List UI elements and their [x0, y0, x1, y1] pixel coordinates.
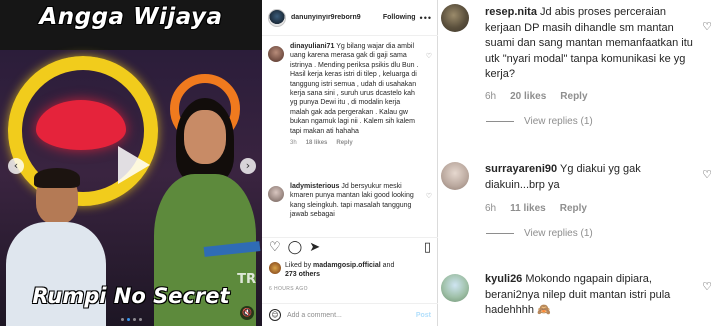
- comment-avatar[interactable]: [441, 274, 469, 302]
- comment-icon[interactable]: ◯: [288, 241, 303, 254]
- comment-username[interactable]: kyuli26: [485, 273, 522, 285]
- emoji-icon[interactable]: ☺: [269, 309, 281, 321]
- post-author-username[interactable]: danunyinyir9reborn9: [291, 14, 379, 21]
- liked-by: Liked by madamgosip.official and 273 oth…: [269, 261, 435, 279]
- comment-item: dinayuliani71 Yg bilang wajar dia ambil …: [268, 42, 432, 146]
- comment-username[interactable]: dinayuliani71: [290, 43, 334, 50]
- heart-icon[interactable]: ♡: [269, 241, 281, 254]
- comment-text: resep.nita Jd abis proses perceraian ker…: [485, 0, 697, 83]
- liked-by-and: and: [380, 262, 395, 269]
- comment-text: dinayuliani71 Yg bilang wajar dia ambil …: [290, 42, 420, 136]
- video-bottom-title: Rumpi No Secret: [32, 284, 230, 308]
- comment-content: Yg bilang wajar dia ambil uang karena me…: [290, 43, 419, 135]
- view-replies-label[interactable]: View replies (1): [524, 116, 593, 127]
- comment-reply-button[interactable]: Reply: [560, 91, 587, 102]
- liked-by-user[interactable]: madamgosip.official: [313, 262, 381, 269]
- share-icon[interactable]: ➤: [309, 241, 320, 254]
- comment-time: 3h: [290, 140, 297, 147]
- heart-icon[interactable]: ♡: [702, 20, 712, 33]
- carousel-dot: [139, 318, 142, 321]
- video-top-title: Angga Wijaya: [39, 4, 223, 30]
- comment-username[interactable]: resep.nita: [485, 6, 537, 18]
- comment-reply-button[interactable]: Reply: [336, 140, 352, 146]
- post-comment-button[interactable]: Post: [416, 312, 431, 319]
- comment-time: 6h: [485, 203, 497, 215]
- post-header: danunyinyir9reborn9 Following •••: [262, 0, 438, 36]
- view-replies-label[interactable]: View replies (1): [524, 228, 593, 239]
- view-replies-line: [486, 233, 514, 235]
- following-button[interactable]: Following: [383, 14, 416, 21]
- liked-by-avatar[interactable]: [269, 262, 281, 274]
- more-icon[interactable]: •••: [420, 13, 432, 23]
- view-replies-button[interactable]: View replies (1): [486, 116, 720, 127]
- zoom-comment-item: resep.nita Jd abis proses perceraian ker…: [438, 0, 720, 127]
- add-comment-input[interactable]: Add a comment...: [287, 312, 342, 319]
- zoomed-comments: resep.nita Jd abis proses perceraian ker…: [438, 0, 720, 326]
- mute-icon[interactable]: 🔇: [240, 306, 254, 320]
- post-actions-bar: ♡ ◯ ➤ ▯: [262, 237, 438, 257]
- carousel-dot: [133, 318, 136, 321]
- comment-likes[interactable]: 20 likes: [510, 91, 546, 102]
- prev-arrow-icon[interactable]: ‹: [8, 158, 24, 174]
- comment-meta: 3h 18 likes Reply: [290, 140, 432, 146]
- play-icon[interactable]: [118, 146, 150, 184]
- comment-meta: 6h 20 likes Reply: [485, 91, 720, 102]
- heart-icon[interactable]: ♡: [702, 280, 712, 293]
- post-author-avatar[interactable]: [268, 8, 286, 27]
- add-comment-bar: ☺ Add a comment... Post: [262, 303, 438, 326]
- carousel-dot: [121, 318, 124, 321]
- zoom-comment-item: surrayareni90 Yg diakui yg gak diakuin..…: [438, 158, 720, 239]
- comment-username[interactable]: ladymisterious: [290, 183, 339, 190]
- carousel-dot-active: [127, 318, 130, 321]
- liked-by-text: Liked by madamgosip.official and 273 oth…: [285, 261, 394, 279]
- next-arrow-icon[interactable]: ›: [240, 158, 256, 174]
- liked-by-prefix: Liked by: [285, 262, 314, 269]
- comment-text: kyuli26 Mokondo ngapain dipiara, berani2…: [485, 268, 697, 319]
- comment-text: ladymisterious Jd bersyukur meski kmaren…: [290, 182, 420, 220]
- comment-avatar[interactable]: [441, 4, 469, 32]
- zoom-comment-item: kyuli26 Mokondo ngapain dipiara, berani2…: [438, 268, 720, 319]
- comment-meta: 6h 11 likes Reply: [485, 203, 720, 214]
- comment-item: ladymisterious Jd bersyukur meski kmaren…: [268, 182, 432, 220]
- bookmark-icon[interactable]: ▯: [424, 241, 431, 254]
- post-panel: danunyinyir9reborn9 Following ••• dinayu…: [262, 0, 438, 326]
- post-timestamp: 6 HOURS AGO: [269, 286, 308, 292]
- post-media[interactable]: TR Angga Wijaya ‹ › Rumpi No Secret 🔇: [0, 0, 262, 326]
- heart-icon[interactable]: ♡: [426, 192, 432, 200]
- comment-reply-button[interactable]: Reply: [560, 203, 587, 214]
- comment-username[interactable]: surrayareni90: [485, 163, 557, 175]
- view-replies-button[interactable]: View replies (1): [486, 228, 720, 239]
- comment-likes[interactable]: 18 likes: [306, 140, 328, 146]
- comment-avatar[interactable]: [441, 162, 469, 190]
- heart-icon[interactable]: ♡: [702, 168, 712, 181]
- view-replies-line: [486, 120, 514, 122]
- comment-text: surrayareni90 Yg diakui yg gak diakuin..…: [485, 158, 697, 193]
- heart-icon[interactable]: ♡: [426, 52, 432, 60]
- comment-avatar[interactable]: [268, 46, 284, 62]
- carousel-dots: [121, 318, 142, 321]
- comment-time: 6h: [485, 90, 497, 102]
- comment-likes[interactable]: 11 likes: [510, 203, 546, 214]
- comment-avatar[interactable]: [268, 186, 284, 202]
- liked-by-others[interactable]: 273 others: [285, 271, 320, 278]
